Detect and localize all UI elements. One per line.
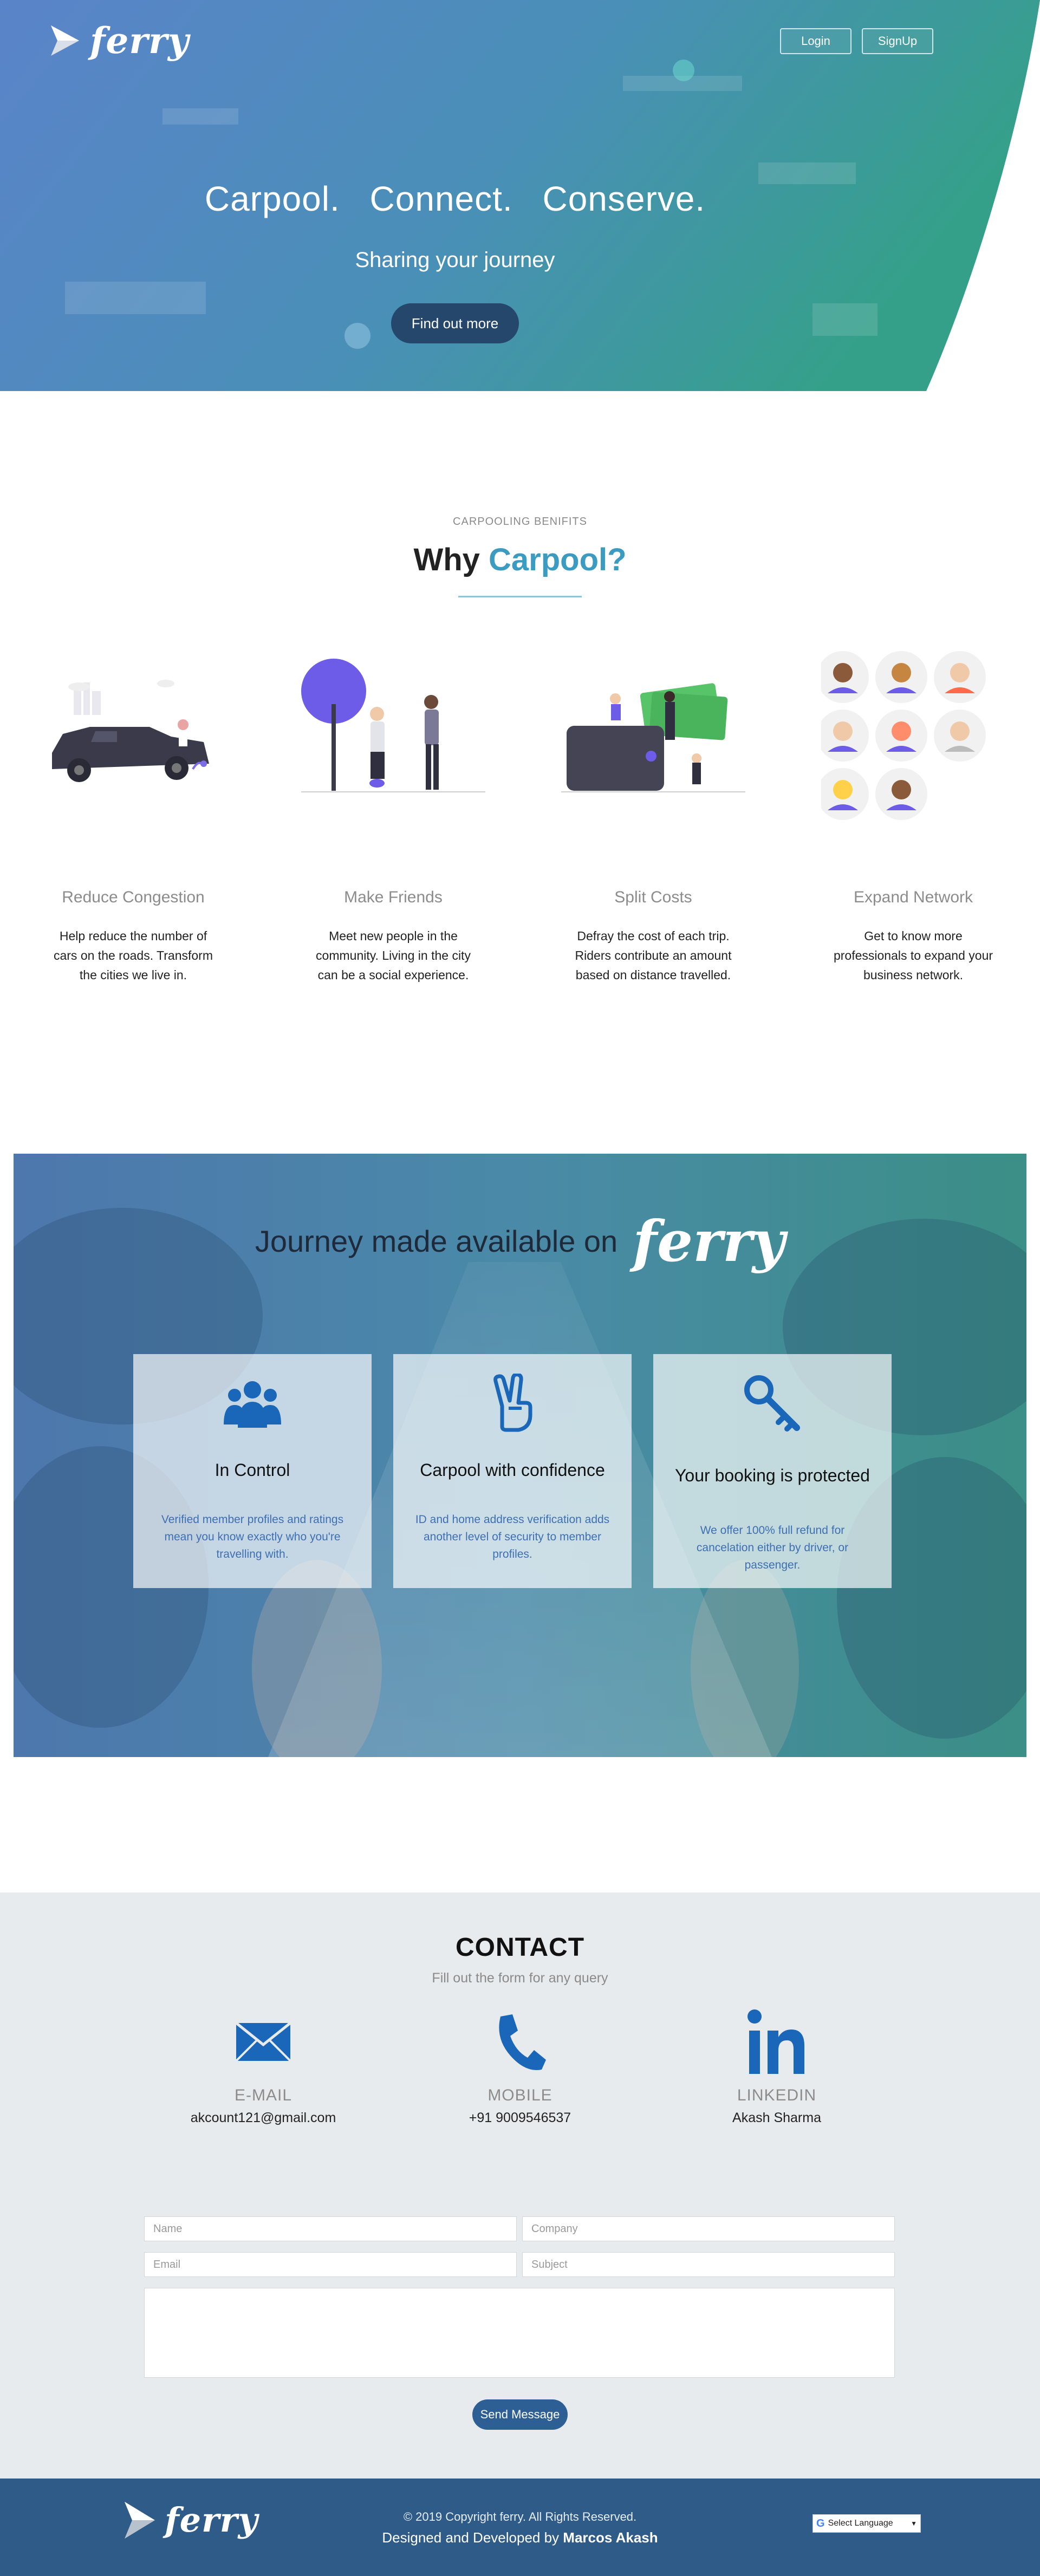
contact-title: CONTACT <box>455 1933 585 1962</box>
language-select[interactable]: G Select Language ▼ <box>812 2514 921 2533</box>
benefits-title: Why Carpool? <box>0 542 1040 578</box>
benefits-kicker: CARPOOLING BENIFITS <box>453 516 587 528</box>
benefits-title-prefix: Why <box>413 542 489 577</box>
phone-icon[interactable] <box>406 2004 634 2080</box>
users-icon <box>133 1374 372 1433</box>
card-title: Your booking is protected <box>675 1466 870 1485</box>
contact-email: E-MAIL akcount121@gmail.com <box>150 2004 377 2125</box>
benefit-make-friends: Make Friends Meet new people in the comm… <box>301 650 485 982</box>
card-text: ID and home address verification adds an… <box>415 1513 610 1560</box>
journey-section: Journey made available on ferry In Contr… <box>14 1154 1026 1757</box>
signup-button[interactable]: SignUp <box>862 28 933 54</box>
wallet-illustration <box>561 650 745 823</box>
benefit-text: Meet new people in the community. Living… <box>316 929 471 982</box>
benefit-text: Help reduce the number of cars on the ro… <box>53 929 213 982</box>
login-button[interactable]: Login <box>780 28 851 54</box>
paper-plane-icon <box>51 25 79 56</box>
credit-name[interactable]: Marcos Akash <box>563 2529 658 2546</box>
find-out-more-button[interactable]: Find out more <box>391 303 519 343</box>
contact-value[interactable]: Akash Sharma <box>663 2110 890 2126</box>
envelope-icon[interactable] <box>150 2004 377 2080</box>
hero-word-connect: Connect. <box>369 179 513 218</box>
card-title: In Control <box>214 1460 290 1480</box>
contact-section: CONTACT Fill out the form for any query … <box>0 1892 1040 2479</box>
company-input[interactable]: Company <box>522 2216 895 2241</box>
benefit-text: Get to know more professionals to expand… <box>833 929 993 982</box>
contact-mobile: MOBILE +91 9009546537 <box>406 2004 634 2125</box>
subject-input[interactable]: Subject <box>522 2252 895 2277</box>
brand-name: ferry <box>90 19 190 62</box>
car-illustration <box>41 650 225 823</box>
benefit-expand-network: Expand Network Get to know more professi… <box>821 650 1005 982</box>
contact-linkedin: LINKEDIN Akash Sharma <box>663 2004 890 2125</box>
journey-title: Journey made available on ferry <box>14 1208 1026 1274</box>
brand-logo[interactable]: ferry <box>50 19 189 62</box>
contact-label: LINKEDIN <box>737 2086 817 2104</box>
journey-title-text: Journey made available on <box>255 1224 618 1258</box>
benefit-title: Expand Network <box>853 888 973 906</box>
contact-value[interactable]: +91 9009546537 <box>406 2110 634 2126</box>
google-g-icon: G <box>816 2517 825 2529</box>
card-text: Verified member profiles and ratings mea… <box>161 1513 344 1560</box>
journey-brand-logo: ferry <box>633 1208 785 1274</box>
feature-card-in-control: In Control Verified member profiles and … <box>133 1354 372 1588</box>
benefit-reduce-congestion: Reduce Congestion Help reduce the number… <box>41 650 225 982</box>
contact-label: E-MAIL <box>234 2086 292 2104</box>
card-title: Carpool with confidence <box>420 1460 605 1480</box>
key-icon <box>653 1374 892 1433</box>
peace-hand-icon <box>393 1374 632 1433</box>
contact-value[interactable]: akcount121@gmail.com <box>150 2110 377 2126</box>
message-textarea[interactable] <box>144 2288 895 2378</box>
feature-card-carpool-confidence: Carpool with confidence ID and home addr… <box>393 1354 632 1588</box>
benefit-title: Split Costs <box>614 888 692 906</box>
send-message-button[interactable]: Send Message <box>472 2399 568 2430</box>
language-select-label: Select Language <box>828 2519 893 2528</box>
benefits-title-accent: Carpool? <box>489 542 627 577</box>
linkedin-icon[interactable] <box>663 2004 890 2080</box>
hero-section: ferry Login SignUp Carpool. Connect. Con… <box>0 0 1040 391</box>
contact-subtitle: Fill out the form for any query <box>432 1970 608 1986</box>
dropdown-arrow-icon: ▼ <box>911 2520 917 2527</box>
credit-prefix: Designed and Developed by <box>382 2529 563 2546</box>
name-input[interactable]: Name <box>144 2216 517 2241</box>
hero-subtitle: Sharing your journey <box>355 248 555 272</box>
benefit-title: Reduce Congestion <box>62 888 205 906</box>
feature-card-booking-protected: Your booking is protected We offer 100% … <box>653 1354 892 1588</box>
benefit-text: Defray the cost of each trip. Riders con… <box>575 929 732 982</box>
hero-word-conserve: Conserve. <box>542 179 706 218</box>
network-illustration <box>821 650 1005 823</box>
hero-title: Carpool. Connect. Conserve. <box>0 179 910 219</box>
benefit-title: Make Friends <box>344 888 443 906</box>
card-text: We offer 100% full refund for cancelatio… <box>696 1524 849 1571</box>
contact-label: MOBILE <box>487 2086 552 2104</box>
friends-illustration <box>301 650 485 823</box>
title-divider <box>458 596 582 597</box>
hero-word-carpool: Carpool. <box>204 179 340 218</box>
benefit-split-costs: Split Costs Defray the cost of each trip… <box>561 650 745 982</box>
footer: ferry © 2019 Copyright ferry. All Rights… <box>0 2479 1040 2576</box>
email-input[interactable]: Email <box>144 2252 517 2277</box>
